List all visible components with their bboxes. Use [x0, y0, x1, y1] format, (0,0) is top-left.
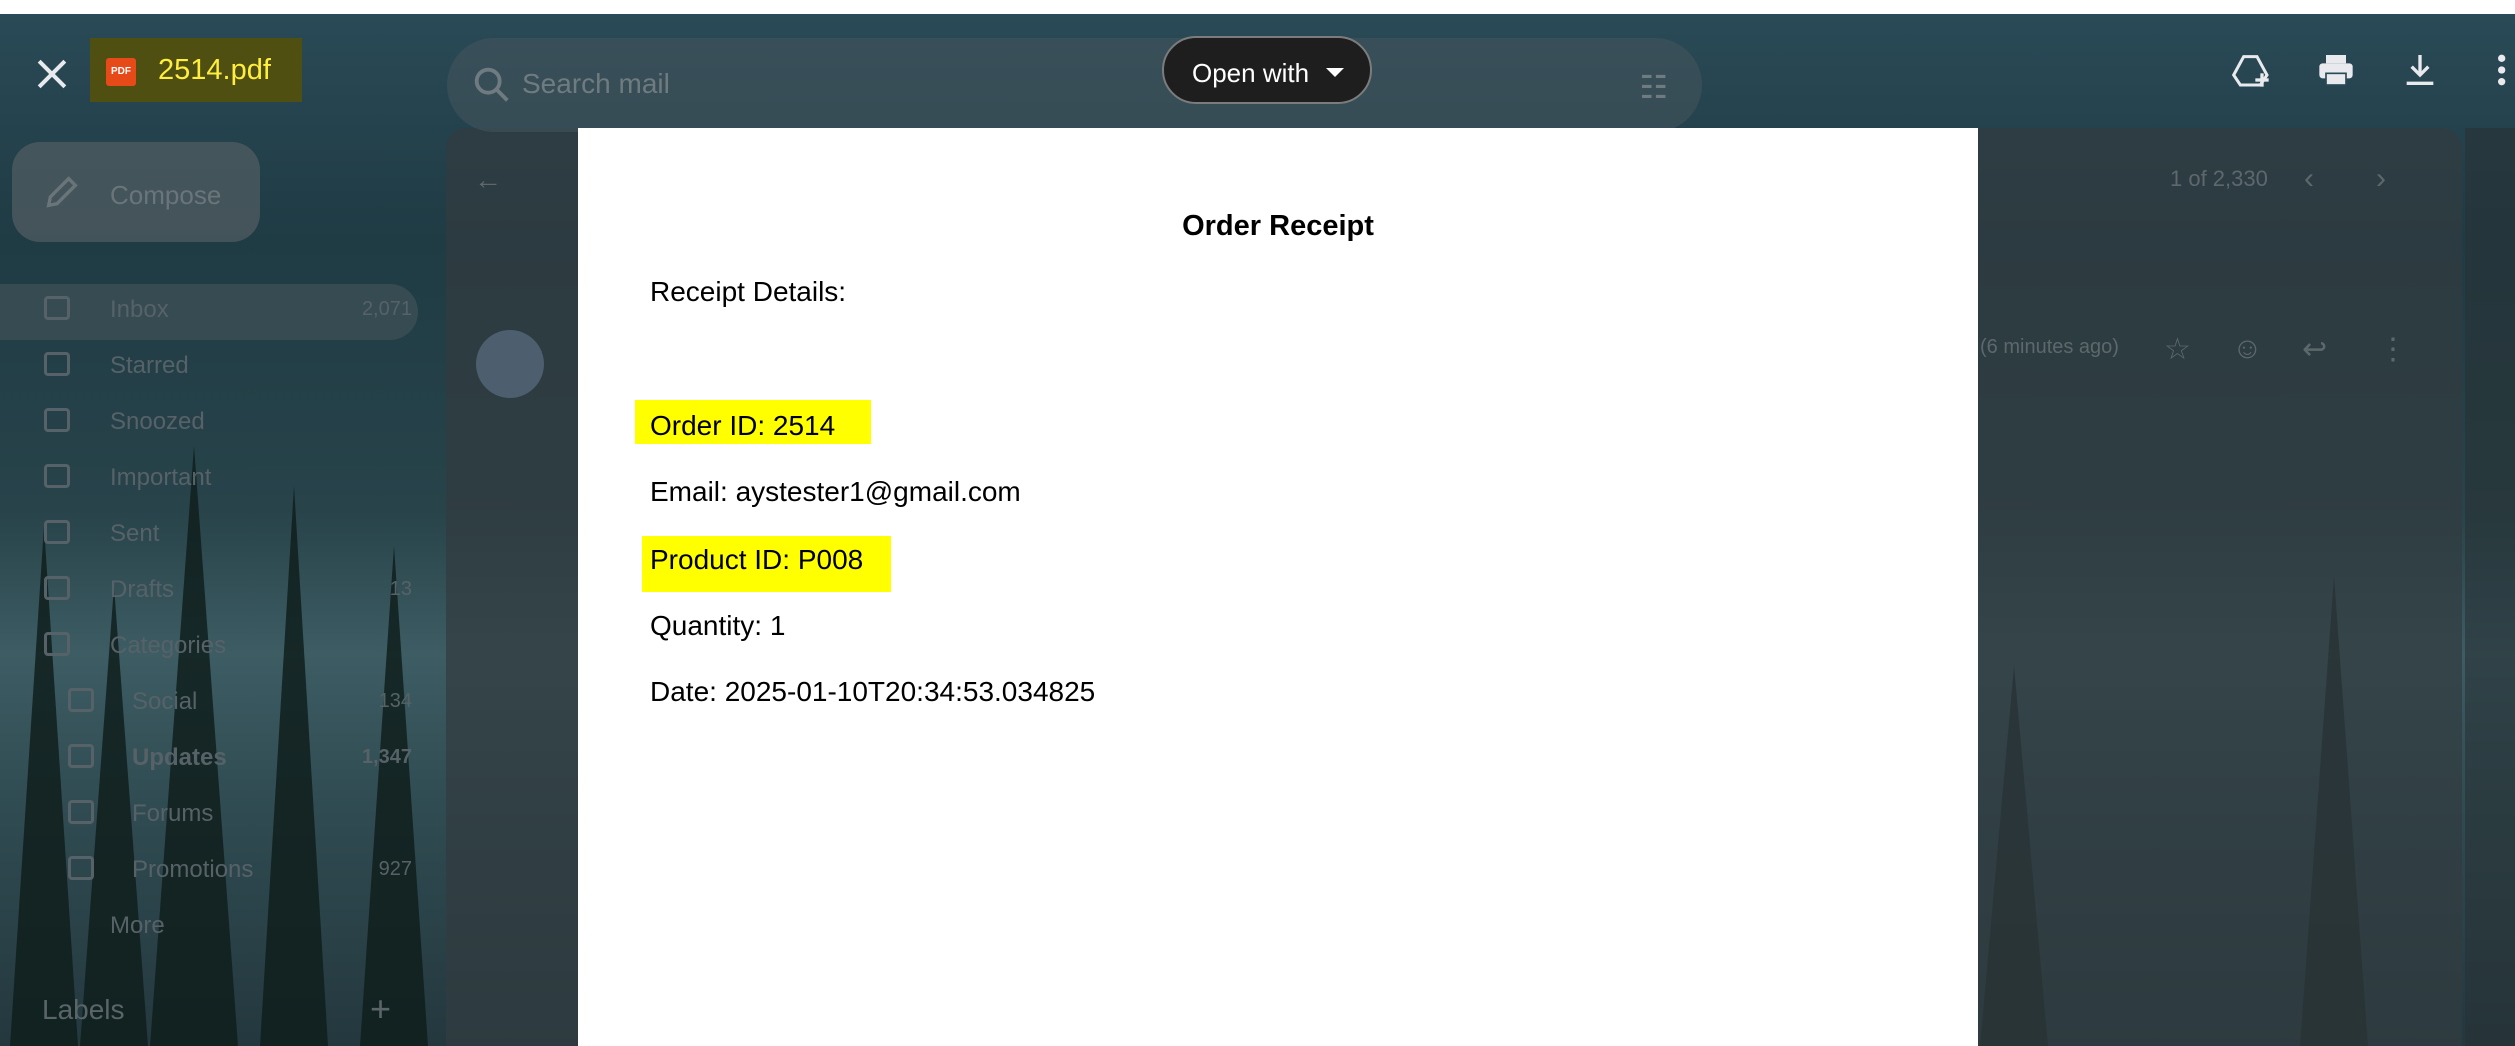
- nav-item-count: 927: [378, 858, 412, 880]
- inbox-icon: [44, 296, 70, 320]
- reply-icon: ↩: [2302, 333, 2328, 366]
- nav-item-count: 13: [389, 578, 412, 600]
- nav-item-label: Important: [110, 464, 212, 491]
- emoji-icon: ☺: [2232, 332, 2263, 365]
- important-icon: [44, 464, 70, 488]
- back-arrow-icon: ←: [474, 164, 502, 195]
- star-icon: [44, 352, 70, 376]
- search-bar: Search mail ☷: [447, 38, 1702, 132]
- tag-icon: [68, 856, 94, 880]
- file-name-chip: PDF 2514.pdf: [90, 38, 302, 102]
- receipt-details-label: Receipt Details:: [650, 276, 847, 307]
- order-id-line: Order ID: 2514: [650, 410, 836, 441]
- nav-item-snoozed: Snoozed: [28, 398, 418, 446]
- next-icon: ›: [2376, 162, 2386, 195]
- nav-item-drafts: Drafts 13: [28, 566, 418, 614]
- nav-item-starred: Starred: [28, 342, 418, 390]
- compose-label: Compose: [110, 180, 222, 210]
- nav-item-forums: Forums: [28, 790, 418, 838]
- compose-button: Compose: [12, 142, 260, 242]
- date-line: Date: 2025-01-10T20:34:53.034825: [650, 676, 1096, 707]
- send-icon: [44, 520, 70, 544]
- time-ago-text: (6 minutes ago): [1980, 336, 2119, 358]
- add-to-drive-icon[interactable]: [2232, 50, 2272, 90]
- document-title: Order Receipt: [1182, 210, 1374, 242]
- open-with-button[interactable]: Open with: [1162, 36, 1372, 104]
- print-icon[interactable]: [2316, 50, 2356, 90]
- pencil-icon: [46, 176, 78, 208]
- draft-icon: [44, 576, 70, 600]
- info-icon: [68, 744, 94, 768]
- clock-icon: [44, 408, 70, 432]
- nav-item-label: Social: [132, 688, 198, 715]
- nav-item-promotions: Promotions 927: [28, 846, 418, 894]
- pagination-text: 1 of 2,330: [2170, 166, 2268, 191]
- nav-item-important: Important: [28, 454, 418, 502]
- dropdown-arrow-icon: [1326, 68, 1344, 77]
- nav-item-count: 2,071: [361, 298, 412, 320]
- prev-icon: ‹: [2304, 162, 2314, 195]
- nav-item-sent: Sent: [28, 510, 418, 558]
- add-label-icon: +: [370, 988, 392, 1029]
- email-line: Email: aystester1@gmail.com: [650, 476, 1021, 507]
- nav-item-label: Sent: [110, 520, 160, 547]
- nav-item-label: Promotions: [132, 856, 254, 883]
- file-name: 2514.pdf: [158, 54, 271, 86]
- nav-item-label: Inbox: [110, 296, 169, 323]
- side-panel-strip: [2465, 128, 2515, 1046]
- nav-item-social: Social 134: [28, 678, 418, 726]
- close-icon[interactable]: [30, 52, 74, 96]
- more-options-icon[interactable]: [2478, 50, 2512, 90]
- product-id-line: Product ID: P008: [650, 544, 864, 575]
- nav-item-label: Snoozed: [110, 408, 205, 435]
- nav-item-inbox: Inbox 2,071: [28, 286, 418, 334]
- download-icon[interactable]: [2400, 50, 2440, 90]
- nav-item-label: Updates: [132, 744, 227, 771]
- nav-item-label: Drafts: [110, 576, 175, 603]
- nav-item-count: 1,347: [361, 746, 412, 768]
- nav-item-label: More: [110, 912, 165, 939]
- nav-item-updates: Updates 1,347: [28, 734, 418, 782]
- nav-item-label: Categories: [110, 632, 227, 659]
- nav-item-more: More: [28, 902, 418, 950]
- nav-item-label: Starred: [110, 352, 189, 379]
- forum-icon: [68, 800, 94, 824]
- pdf-file-icon: PDF: [106, 58, 136, 86]
- nav-item-categories: Categories: [28, 622, 418, 670]
- labels-heading: Labels: [42, 994, 125, 1025]
- people-icon: [68, 688, 94, 712]
- search-icon: [474, 67, 509, 102]
- more-vert-icon: ⋮: [2378, 333, 2408, 366]
- nav-item-label: Forums: [132, 800, 214, 827]
- nav-item-count: 134: [378, 690, 412, 712]
- open-with-label: Open with: [1192, 58, 1310, 88]
- star-icon: ☆: [2164, 333, 2191, 366]
- label-icon: [44, 632, 70, 656]
- chevron-down-icon: [44, 912, 70, 936]
- tune-icon: ☷: [1639, 69, 1668, 105]
- quantity-line: Quantity: 1: [650, 610, 786, 641]
- sender-avatar: [476, 330, 544, 398]
- pdf-page: Order Receipt Receipt Details: Order ID:…: [578, 128, 1978, 1046]
- search-placeholder: Search mail: [522, 68, 670, 99]
